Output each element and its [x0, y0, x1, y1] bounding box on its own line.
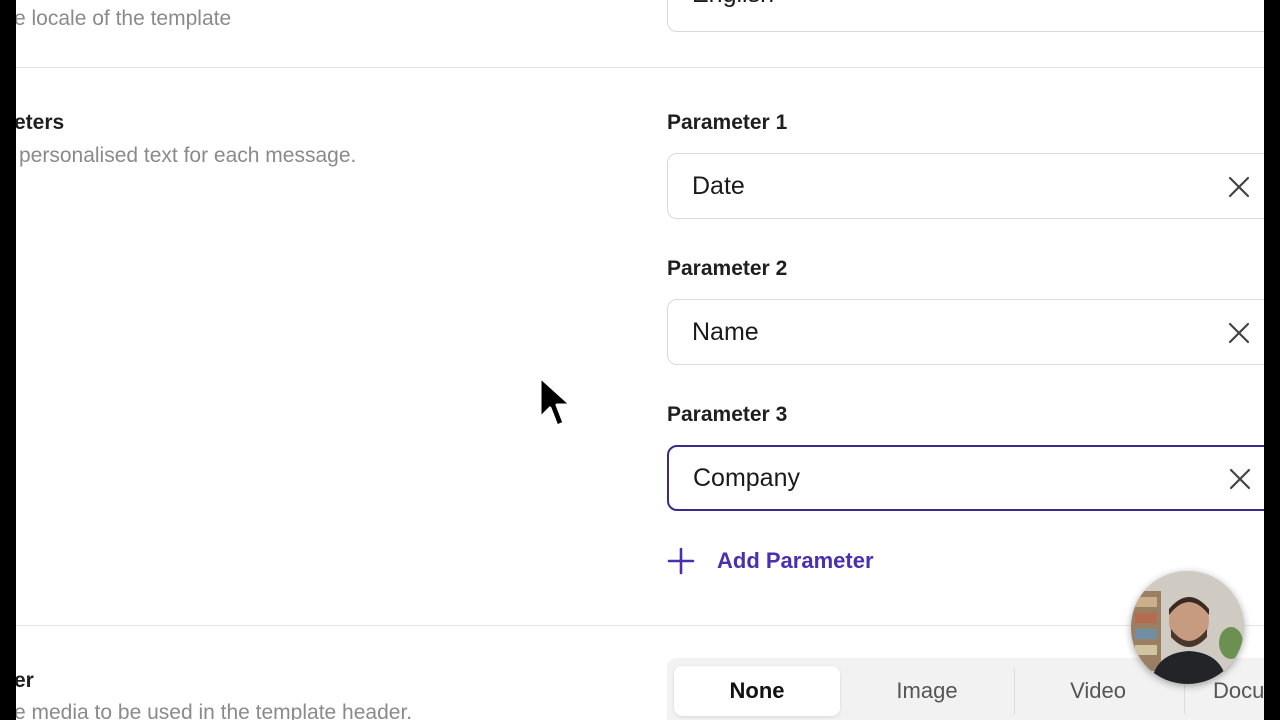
parameter-1-label: Parameter 1 — [667, 111, 788, 134]
presenter-webcam-avatar — [1131, 571, 1244, 684]
close-icon[interactable] — [1226, 320, 1252, 346]
locale-value: English — [692, 0, 774, 9]
screen-right-edge — [1264, 0, 1280, 720]
parameter-3-label: Parameter 3 — [667, 403, 788, 426]
template-settings-page: e locale of the template English eters p… — [16, 0, 1264, 720]
header-option-image[interactable]: Image — [844, 666, 1010, 716]
locale-description: e locale of the template — [16, 7, 232, 30]
add-parameter-button[interactable]: Add Parameter — [667, 544, 874, 578]
section-divider — [16, 625, 1264, 626]
section-divider — [16, 67, 1264, 68]
parameter-1-value: Date — [692, 172, 745, 200]
header-title: er — [16, 669, 34, 692]
parameter-2-input[interactable]: Name — [667, 299, 1264, 365]
header-description: e media to be used in the template heade… — [16, 701, 413, 720]
close-icon[interactable] — [1227, 466, 1253, 492]
parameter-2-label: Parameter 2 — [667, 257, 788, 280]
mouse-cursor-icon — [538, 375, 573, 428]
parameter-2-value: Name — [692, 318, 759, 346]
locale-select[interactable]: English — [667, 0, 1264, 32]
close-icon[interactable] — [1226, 174, 1252, 200]
header-option-none[interactable]: None — [674, 666, 840, 716]
plus-icon — [667, 547, 695, 575]
parameter-3-value: Company — [693, 464, 800, 492]
parameters-title: eters — [16, 111, 65, 134]
parameter-1-input[interactable]: Date — [667, 153, 1264, 219]
parameter-3-input[interactable]: Company — [667, 445, 1264, 511]
add-parameter-label: Add Parameter — [717, 548, 874, 573]
screen-left-edge — [0, 0, 16, 720]
parameters-description: personalised text for each message. — [19, 144, 357, 167]
